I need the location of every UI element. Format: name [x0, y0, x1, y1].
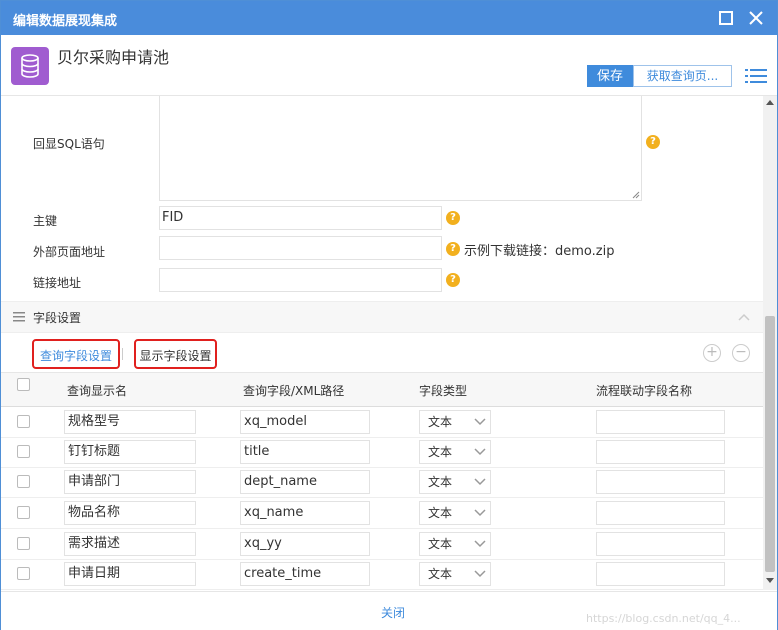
display-name-input[interactable]: 需求描述 — [64, 532, 196, 556]
save-button[interactable]: 保存 — [587, 65, 633, 87]
tab-separator — [122, 348, 123, 360]
drag-handle-icon — [13, 312, 25, 322]
table-row: 申请部门 dept_name 文本 — [1, 467, 763, 498]
scroll-thumb[interactable] — [765, 316, 775, 572]
sql-label: 回显SQL语句 — [33, 137, 105, 151]
table-row: 钉钉标题 title 文本 — [1, 437, 763, 468]
field-type-select[interactable]: 文本 — [419, 440, 491, 464]
column-header: 查询字段/XML路径 — [243, 384, 345, 398]
field-type-select[interactable]: 文本 — [419, 562, 491, 586]
chevron-down-icon — [474, 509, 486, 517]
question-icon[interactable]: ? — [446, 273, 460, 287]
linked-field-input[interactable] — [596, 470, 725, 494]
watermark: https://blog.csdn.net/qq_4... — [586, 612, 741, 625]
page-header: 贝尔采购申请池 保存 获取查询页... — [1, 35, 777, 96]
external-url-input[interactable] — [159, 236, 442, 260]
field-path-input[interactable]: xq_yy — [240, 532, 370, 556]
field-type-select[interactable]: 文本 — [419, 470, 491, 494]
linked-field-input[interactable] — [596, 410, 725, 434]
demo-download-hint[interactable]: 示例下载链接：demo.zip — [464, 240, 614, 259]
field-type-value: 文本 — [428, 567, 453, 581]
question-icon[interactable]: ? — [446, 242, 460, 256]
linked-field-input[interactable] — [596, 562, 725, 586]
select-all-checkbox[interactable] — [17, 378, 30, 391]
field-type-value: 文本 — [428, 506, 453, 520]
add-row-button[interactable]: + — [703, 344, 721, 362]
field-settings-section[interactable]: 字段设置 — [1, 301, 763, 333]
linked-field-input[interactable] — [596, 532, 725, 556]
title-bar: 编辑数据展现集成 — [1, 1, 777, 35]
row-checkbox[interactable] — [17, 445, 30, 458]
close-button[interactable]: 关闭 — [381, 604, 405, 621]
field-path-input[interactable]: create_time — [240, 562, 370, 586]
field-type-value: 文本 — [428, 445, 453, 459]
primary-key-label: 主键 — [33, 214, 58, 228]
link-url-label: 链接地址 — [33, 276, 82, 290]
field-type-select[interactable]: 文本 — [419, 410, 491, 434]
dialog-footer: 关闭 https://blog.csdn.net/qq_4... — [1, 591, 777, 630]
menu-icon[interactable] — [745, 67, 767, 85]
tab-query-fields[interactable]: 查询字段设置 — [32, 339, 120, 369]
display-name-input[interactable]: 物品名称 — [64, 501, 196, 525]
maximize-icon[interactable] — [717, 9, 735, 27]
field-type-select[interactable]: 文本 — [419, 532, 491, 556]
column-header: 查询显示名 — [67, 384, 128, 398]
window-title: 编辑数据展现集成 — [13, 14, 118, 29]
field-type-select[interactable]: 文本 — [419, 501, 491, 525]
sql-textarea[interactable] — [159, 96, 642, 201]
database-icon — [21, 54, 39, 78]
chevron-down-icon — [474, 448, 486, 456]
chevron-down-icon — [474, 418, 486, 426]
table-row: 规格型号 xq_model 文本 — [1, 407, 763, 438]
chevron-down-icon — [474, 478, 486, 486]
row-checkbox[interactable] — [17, 475, 30, 488]
remove-row-button[interactable]: − — [732, 344, 750, 362]
table-row: 申请日期 create_time 文本 — [1, 559, 763, 590]
linked-field-input[interactable] — [596, 440, 725, 464]
column-header: 字段类型 — [419, 384, 468, 398]
field-path-input[interactable]: xq_name — [240, 501, 370, 525]
field-type-value: 文本 — [428, 475, 453, 489]
scroll-up-icon[interactable] — [766, 100, 774, 105]
field-type-value: 文本 — [428, 415, 453, 429]
chevron-down-icon — [474, 570, 486, 578]
fetch-query-page-button[interactable]: 获取查询页... — [633, 65, 732, 87]
question-icon[interactable]: ? — [646, 135, 660, 149]
external-url-label: 外部页面地址 — [33, 245, 106, 259]
display-name-input[interactable]: 钉钉标题 — [64, 440, 196, 464]
field-type-value: 文本 — [428, 537, 453, 551]
column-header: 流程联动字段名称 — [596, 384, 693, 398]
chevron-up-icon[interactable] — [738, 313, 750, 321]
field-path-input[interactable]: xq_model — [240, 410, 370, 434]
display-name-input[interactable]: 规格型号 — [64, 410, 196, 434]
row-checkbox[interactable] — [17, 415, 30, 428]
resize-handle-icon[interactable] — [632, 191, 640, 199]
chevron-down-icon — [474, 540, 486, 548]
scroll-down-icon[interactable] — [766, 578, 774, 583]
row-checkbox[interactable] — [17, 567, 30, 580]
close-icon[interactable] — [747, 9, 765, 27]
dialog-content: 回显SQL语句 ? 主键 FID ? 外部页面地址 ? 示例下载链接：demo.… — [1, 96, 763, 590]
table-row: 需求描述 xq_yy 文本 — [1, 529, 763, 560]
plus-icon: + — [706, 344, 718, 360]
linked-field-input[interactable] — [596, 501, 725, 525]
question-icon[interactable]: ? — [446, 211, 460, 225]
table-row: 物品名称 xq_name 文本 — [1, 498, 763, 529]
page-title: 贝尔采购申请池 — [57, 48, 170, 67]
vertical-scrollbar[interactable] — [763, 96, 777, 590]
minus-icon: − — [735, 344, 747, 360]
edit-dialog: 编辑数据展现集成 贝尔采购申请池 保存 获取查询页... 回显SQL语句 ? 主… — [0, 0, 778, 630]
section-title: 字段设置 — [33, 311, 82, 325]
display-name-input[interactable]: 申请日期 — [64, 562, 196, 586]
table-header: 查询显示名 查询字段/XML路径 字段类型 流程联动字段名称 — [1, 372, 763, 407]
display-name-input[interactable]: 申请部门 — [64, 470, 196, 494]
field-path-input[interactable]: dept_name — [240, 470, 370, 494]
link-url-input[interactable] — [159, 268, 442, 292]
field-path-input[interactable]: title — [240, 440, 370, 464]
tab-display-fields[interactable]: 显示字段设置 — [134, 339, 217, 369]
app-icon — [11, 47, 49, 85]
primary-key-input[interactable]: FID — [159, 206, 442, 230]
row-checkbox[interactable] — [17, 506, 30, 519]
row-checkbox[interactable] — [17, 537, 30, 550]
